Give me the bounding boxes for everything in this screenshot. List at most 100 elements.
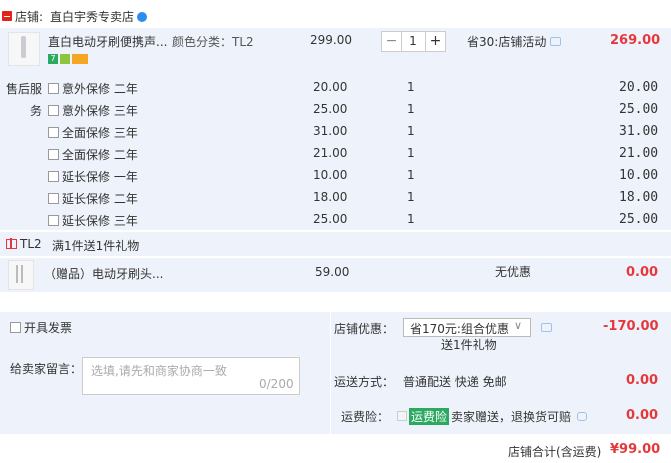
service-row: 意外保修 三年 25.00 1 25.00 xyxy=(0,102,671,120)
product-thumbnail[interactable] xyxy=(8,32,40,66)
service-checkbox[interactable] xyxy=(48,215,59,226)
insurance-checkbox[interactable] xyxy=(397,411,407,421)
shop-header: 店铺: 直白宇秀专卖店 xyxy=(0,0,671,28)
service-qty: 1 xyxy=(407,168,415,182)
message-placeholder: 选填,请先和商家协商一致 xyxy=(91,364,227,378)
gift-thumbnail[interactable] xyxy=(8,260,34,290)
service-section: 售后服 务 意外保修 二年 20.00 1 20.00 意外保修 三年 25.0… xyxy=(0,70,671,230)
service-subtotal: 31.00 xyxy=(619,124,659,139)
gift-icon xyxy=(6,238,17,249)
shop-label: 店铺: xyxy=(15,10,44,24)
quantity-decrease-button[interactable]: − xyxy=(382,32,402,51)
service-price: 10.00 xyxy=(313,168,348,182)
service-name: 全面保修 三年 xyxy=(62,126,138,140)
service-qty: 1 xyxy=(407,212,415,226)
invoice-label[interactable]: 开具发票 xyxy=(24,319,72,336)
service-name: 意外保修 三年 xyxy=(62,104,138,118)
shipping-label: 运送方式： xyxy=(334,375,395,389)
service-row: 全面保修 三年 31.00 1 31.00 xyxy=(0,124,671,142)
service-name: 延长保修 三年 xyxy=(62,214,138,228)
gift-title[interactable]: （赠品）电动牙刷头... xyxy=(44,265,163,282)
service-name: 延长保修 二年 xyxy=(62,192,138,206)
shop-total-bar: 店铺合计(含运费) ¥99.00 xyxy=(0,436,671,463)
quantity-input[interactable]: 1 xyxy=(402,32,424,51)
service-qty: 1 xyxy=(407,190,415,204)
discount-info-icon[interactable] xyxy=(541,323,552,332)
service-row: 全面保修 二年 21.00 1 21.00 xyxy=(0,146,671,164)
product-variant: 颜色分类：TL2 xyxy=(172,35,254,49)
service-qty: 1 xyxy=(407,80,415,94)
message-counter: 0/200 xyxy=(259,377,294,391)
service-name: 全面保修 二年 xyxy=(62,148,138,162)
seven-day-return-icon: 7 xyxy=(48,54,58,64)
service-qty: 1 xyxy=(407,102,415,116)
service-row: 延长保修 三年 25.00 1 25.00 xyxy=(0,212,671,230)
service-qty: 1 xyxy=(407,146,415,160)
service-subtotal: 25.00 xyxy=(619,102,659,117)
shipping-value: 普通配送 快递 免邮 xyxy=(403,375,507,389)
service-price: 31.00 xyxy=(313,124,348,138)
product-subtotal: 269.00 xyxy=(610,33,661,48)
gift-group-rule: 满1件送1件礼物 xyxy=(52,239,140,253)
shop-total-label: 店铺合计(含运费) xyxy=(508,445,602,459)
service-subtotal: 25.00 xyxy=(619,212,659,227)
invoice-checkbox[interactable] xyxy=(10,322,21,333)
gift-price: 59.00 xyxy=(315,265,350,279)
right-summary-panel: 店铺优惠： 省170元:组合优惠 ∨ -170.00 送1件礼物 运送方式： 普… xyxy=(331,312,671,434)
message-label: 给卖家留言： xyxy=(10,362,83,376)
gift-subtotal: 0.00 xyxy=(626,265,659,280)
product-price: 299.00 xyxy=(310,33,352,47)
service-checkbox[interactable] xyxy=(48,149,59,160)
shop-icon xyxy=(2,11,12,21)
gift-row: （赠品）电动牙刷头... 59.00 无优惠 0.00 xyxy=(0,258,671,292)
service-checkbox[interactable] xyxy=(48,83,59,94)
service-price: 20.00 xyxy=(313,80,348,94)
card-payment-icon xyxy=(72,54,88,64)
service-row: 延长保修 二年 18.00 1 18.00 xyxy=(0,190,671,208)
shop-discount-note: 送1件礼物 xyxy=(441,338,497,352)
verified-badge-icon xyxy=(137,12,147,22)
gift-group-tag: TL2 xyxy=(20,237,42,251)
shipping-amount: 0.00 xyxy=(626,373,659,388)
shop-name[interactable]: 直白宇秀专卖店 xyxy=(50,8,134,25)
insurance-text: 卖家赠送，退换货可赔 xyxy=(451,410,572,424)
left-options-panel: 开具发票 给卖家留言： 选填,请先和商家协商一致 0/200 xyxy=(0,312,330,434)
product-promo: 省30:店铺活动 xyxy=(467,35,547,49)
insurance-badge: 运费险 xyxy=(409,408,450,425)
shop-discount-select[interactable]: 省170元:组合优惠 ∨ xyxy=(403,318,531,337)
service-name: 意外保修 二年 xyxy=(62,82,138,96)
service-subtotal: 18.00 xyxy=(619,190,659,205)
message-textarea[interactable]: 选填,请先和商家协商一致 0/200 xyxy=(82,357,300,395)
chevron-down-icon: ∨ xyxy=(514,319,523,332)
service-name: 延长保修 一年 xyxy=(62,170,138,184)
gift-discount: 无优惠 xyxy=(495,265,532,279)
quantity-increase-button[interactable]: + xyxy=(425,32,445,51)
service-row: 延长保修 一年 10.00 1 10.00 xyxy=(0,168,671,186)
service-price: 18.00 xyxy=(313,190,348,204)
service-checkbox[interactable] xyxy=(48,127,59,138)
shop-discount-label: 店铺优惠： xyxy=(334,322,395,336)
insurance-amount: 0.00 xyxy=(626,408,659,423)
product-title[interactable]: 直白电动牙刷便携声... xyxy=(48,33,167,50)
shop-total-amount: ¥99.00 xyxy=(610,442,661,457)
shop-discount-selected: 省170元:组合优惠 xyxy=(410,322,509,336)
service-checkbox[interactable] xyxy=(48,171,59,182)
service-price: 25.00 xyxy=(313,212,348,226)
service-checkbox[interactable] xyxy=(48,105,59,116)
service-subtotal: 10.00 xyxy=(619,168,659,183)
product-row: 直白电动牙刷便携声... 7 颜色分类：TL2 299.00 − 1 + 省30… xyxy=(0,28,671,70)
service-price: 21.00 xyxy=(313,146,348,160)
service-row: 意外保修 二年 20.00 1 20.00 xyxy=(0,80,671,98)
insurance-info-icon[interactable] xyxy=(577,412,587,421)
service-price: 25.00 xyxy=(313,102,348,116)
gift-group-header: TL2 满1件送1件礼物 xyxy=(0,232,671,256)
shop-discount-amount: -170.00 xyxy=(603,319,659,334)
service-qty: 1 xyxy=(407,124,415,138)
service-subtotal: 21.00 xyxy=(619,146,659,161)
service-checkbox[interactable] xyxy=(48,193,59,204)
insurance-label: 运费险： xyxy=(341,410,390,424)
promo-info-icon[interactable] xyxy=(550,37,561,46)
service-subtotal: 20.00 xyxy=(619,80,659,95)
quantity-stepper: − 1 + xyxy=(381,31,446,52)
guarantee-icon xyxy=(60,54,70,64)
